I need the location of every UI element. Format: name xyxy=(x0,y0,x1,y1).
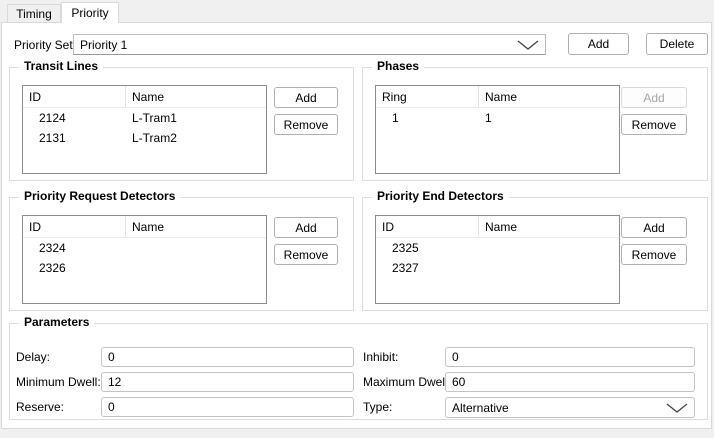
phases-table[interactable]: Ring Name 1 1 xyxy=(375,85,620,174)
column-header-ring: Ring xyxy=(376,86,479,107)
cell-id: 2326 xyxy=(23,258,126,278)
table-row[interactable]: 2326 xyxy=(23,258,266,278)
transit-lines-title: Transit Lines xyxy=(19,59,103,73)
priority-set-add-button[interactable]: Add xyxy=(568,33,629,55)
priority-request-detectors-add-button[interactable]: Add xyxy=(274,217,338,238)
priority-request-detectors-group: Priority Request Detectors ID Name 2324 … xyxy=(9,197,354,311)
chevron-down-icon xyxy=(517,40,539,50)
parameters-title: Parameters xyxy=(19,315,94,329)
priority-request-detectors-title: Priority Request Detectors xyxy=(19,189,180,203)
phases-group: Phases Ring Name 1 1 Add Remove xyxy=(362,67,708,181)
table-header: Ring Name xyxy=(376,86,619,108)
maximum-dwell-label: Maximum Dwell: xyxy=(363,372,451,392)
inhibit-label: Inhibit: xyxy=(363,347,398,367)
priority-tab-page: Priority Set: Priority 1 Add Delete Tran… xyxy=(1,22,712,429)
minimum-dwell-label: Minimum Dwell: xyxy=(16,372,101,392)
priority-set-value: Priority 1 xyxy=(80,38,127,52)
phases-title: Phases xyxy=(372,59,424,73)
priority-set-combobox[interactable]: Priority 1 xyxy=(73,34,546,55)
chevron-down-icon xyxy=(666,403,688,413)
table-row[interactable]: 2324 xyxy=(23,238,266,258)
column-header-name: Name xyxy=(479,216,619,237)
table-row[interactable]: 2327 xyxy=(376,258,619,278)
transit-lines-add-button[interactable]: Add xyxy=(274,87,338,108)
cell-name xyxy=(479,238,619,258)
priority-end-detectors-add-button[interactable]: Add xyxy=(621,217,687,238)
cell-id: 2324 xyxy=(23,238,126,258)
table-header: ID Name xyxy=(23,216,266,238)
transit-lines-remove-button[interactable]: Remove xyxy=(274,114,338,135)
tab-priority-label: Priority xyxy=(71,6,108,20)
cell-id: 2131 xyxy=(23,128,126,148)
inhibit-input[interactable] xyxy=(445,347,695,367)
column-header-name: Name xyxy=(126,86,266,107)
reserve-input[interactable] xyxy=(101,397,354,417)
table-row[interactable]: 2131 L-Tram2 xyxy=(23,128,266,148)
cell-name xyxy=(126,238,266,258)
column-header-id: ID xyxy=(23,86,126,107)
table-header: ID Name xyxy=(376,216,619,238)
table-row[interactable]: 2325 xyxy=(376,238,619,258)
table-row[interactable]: 1 1 xyxy=(376,108,619,128)
column-header-id: ID xyxy=(23,216,126,237)
maximum-dwell-input[interactable] xyxy=(445,372,695,392)
priority-set-label: Priority Set: xyxy=(14,38,76,52)
parameters-group: Parameters Delay: Inhibit: Minimum Dwell… xyxy=(9,323,708,420)
priority-end-detectors-group: Priority End Detectors ID Name 2325 2327… xyxy=(362,197,708,311)
type-label: Type: xyxy=(363,397,392,417)
cell-name xyxy=(479,258,619,278)
column-header-id: ID xyxy=(376,216,479,237)
priority-set-delete-button[interactable]: Delete xyxy=(646,33,708,55)
delay-input[interactable] xyxy=(101,347,354,367)
priority-end-detectors-title: Priority End Detectors xyxy=(372,189,509,203)
tab-timing[interactable]: Timing xyxy=(7,4,61,23)
column-header-name: Name xyxy=(479,86,619,107)
priority-request-detectors-table[interactable]: ID Name 2324 2326 xyxy=(22,215,267,304)
type-combobox[interactable]: Alternative xyxy=(445,397,695,418)
cell-id: 2325 xyxy=(376,238,479,258)
transit-lines-group: Transit Lines ID Name 2124 L-Tram1 2131 … xyxy=(9,67,354,181)
cell-id: 2124 xyxy=(23,108,126,128)
phases-add-button: Add xyxy=(621,87,687,108)
cell-name: L-Tram2 xyxy=(126,128,266,148)
priority-request-detectors-remove-button[interactable]: Remove xyxy=(274,244,338,265)
priority-end-detectors-remove-button[interactable]: Remove xyxy=(621,244,687,265)
table-header: ID Name xyxy=(23,86,266,108)
priority-end-detectors-table[interactable]: ID Name 2325 2327 xyxy=(375,215,620,304)
minimum-dwell-input[interactable] xyxy=(101,372,354,392)
table-row[interactable]: 2124 L-Tram1 xyxy=(23,108,266,128)
cell-name: L-Tram1 xyxy=(126,108,266,128)
delay-label: Delay: xyxy=(16,347,50,367)
cell-ring: 1 xyxy=(376,108,479,128)
type-value: Alternative xyxy=(452,401,509,415)
tab-timing-label: Timing xyxy=(16,7,52,21)
reserve-label: Reserve: xyxy=(16,397,64,417)
cell-id: 2327 xyxy=(376,258,479,278)
transit-lines-table[interactable]: ID Name 2124 L-Tram1 2131 L-Tram2 xyxy=(22,85,267,174)
cell-name xyxy=(126,258,266,278)
cell-name: 1 xyxy=(479,108,619,128)
tab-priority[interactable]: Priority xyxy=(61,2,119,23)
phases-remove-button[interactable]: Remove xyxy=(621,114,687,135)
column-header-name: Name xyxy=(126,216,266,237)
